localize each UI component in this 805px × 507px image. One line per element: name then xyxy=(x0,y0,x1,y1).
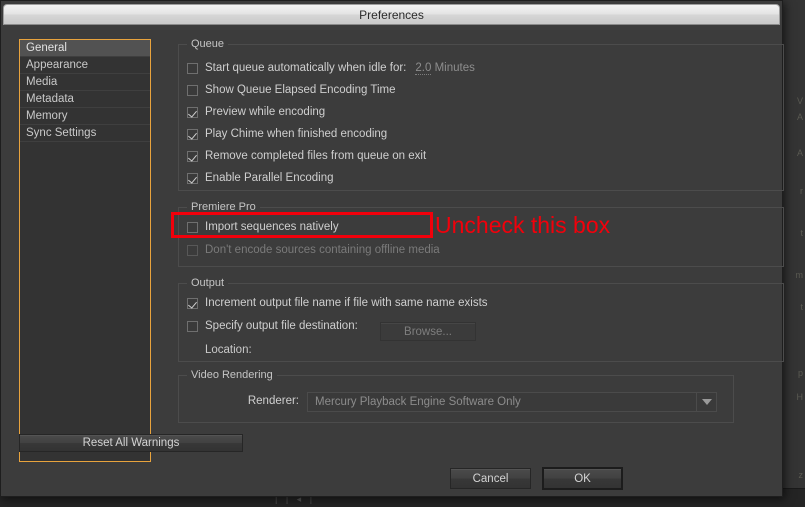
checkbox-row-dont-encode-offline-media: Don't encode sources containing offline … xyxy=(187,244,440,256)
premiere-pro-group-legend: Premiere Pro xyxy=(187,201,260,213)
video-rendering-group: Video Rendering Renderer: Mercury Playba… xyxy=(178,369,734,423)
sidebar-item-general[interactable]: General xyxy=(20,40,150,57)
dialog-titlebar: Preferences xyxy=(3,4,780,25)
checkbox-row-start-queue-automatically[interactable]: Start queue automatically when idle for:… xyxy=(187,62,475,75)
sidebar-item-label: Memory xyxy=(26,110,68,122)
checkbox-enable-parallel-encoding[interactable] xyxy=(187,172,198,184)
idle-duration-field[interactable]: 2.0 Minutes xyxy=(415,62,475,75)
queue-group: Queue Start queue automatically when idl… xyxy=(178,38,784,191)
checkbox-label: Play Chime when finished encoding xyxy=(205,128,388,140)
dialog-title: Preferences xyxy=(359,7,424,22)
checkbox-label: Don't encode sources containing offline … xyxy=(205,244,440,256)
renderer-label: Renderer: xyxy=(247,395,299,407)
idle-duration-units: Minutes xyxy=(434,62,475,74)
browse-button[interactable]: Browse... xyxy=(380,322,476,341)
checkbox-label: Import sequences natively xyxy=(205,221,339,233)
output-group: Output Increment output file name if fil… xyxy=(178,277,784,362)
checkbox-row-remove-completed-files[interactable]: Remove completed files from queue on exi… xyxy=(187,150,426,162)
checkbox-row-show-queue-elapsed-encoding-time[interactable]: Show Queue Elapsed Encoding Time xyxy=(187,84,396,96)
chevron-down-icon[interactable] xyxy=(696,393,716,411)
sidebar-item-media[interactable]: Media xyxy=(20,74,150,91)
output-location-row: Location: xyxy=(205,344,258,356)
checkbox-import-sequences-natively[interactable] xyxy=(187,221,198,233)
checkbox-specify-output-file-destination[interactable] xyxy=(187,320,198,332)
background-ghost-text: t xyxy=(800,228,803,238)
background-ghost-text: H xyxy=(796,392,804,402)
idle-duration-value: 2.0 xyxy=(415,62,432,75)
annotation-text: Uncheck this box xyxy=(435,212,611,238)
sidebar-item-label: Sync Settings xyxy=(26,127,97,139)
output-group-legend: Output xyxy=(187,277,229,289)
queue-group-legend: Queue xyxy=(187,38,229,50)
sidebar-item-label: General xyxy=(26,42,67,54)
sidebar-item-label: Metadata xyxy=(26,93,74,105)
sidebar-item-memory[interactable]: Memory xyxy=(20,108,150,125)
background-ghost-text: A xyxy=(796,148,803,158)
background-ghost-text: V xyxy=(796,96,803,106)
background-ghost-text: A xyxy=(796,112,803,122)
checkbox-row-specify-output-file-destination[interactable]: Specify output file destination: Browse.… xyxy=(187,320,476,341)
dialog-body: General Appearance Media Metadata Memory… xyxy=(1,27,784,496)
sidebar-item-appearance[interactable]: Appearance xyxy=(20,57,150,74)
checkbox-show-queue-elapsed-encoding-time[interactable] xyxy=(187,84,198,96)
cancel-button[interactable]: Cancel xyxy=(450,468,531,489)
checkbox-label: Start queue automatically when idle for: xyxy=(205,62,407,74)
checkbox-label: Increment output file name if file with … xyxy=(205,297,488,309)
checkbox-label: Specify output file destination: xyxy=(205,320,358,332)
checkbox-label: Show Queue Elapsed Encoding Time xyxy=(205,84,396,96)
checkbox-row-preview-while-encoding[interactable]: Preview while encoding xyxy=(187,106,325,118)
background-ghost-text: r xyxy=(800,186,803,196)
sidebar-item-label: Media xyxy=(26,76,58,88)
checkbox-row-enable-parallel-encoding[interactable]: Enable Parallel Encoding xyxy=(187,172,334,184)
sidebar-item-sync-settings[interactable]: Sync Settings xyxy=(20,125,150,142)
preferences-dialog: Preferences General Appearance Media Met… xyxy=(0,0,784,497)
background-right-panel: V A A r t m t p H z xyxy=(782,0,805,507)
checkbox-start-queue-automatically[interactable] xyxy=(187,62,198,74)
preferences-category-list[interactable]: General Appearance Media Metadata Memory… xyxy=(19,39,151,462)
reset-all-warnings-button[interactable]: Reset All Warnings xyxy=(19,434,243,452)
output-location-label: Location: xyxy=(205,344,252,356)
background-ghost-text: m xyxy=(795,270,804,280)
background-ghost-text: z xyxy=(798,470,804,480)
checkbox-row-play-chime-when-finished-encoding[interactable]: Play Chime when finished encoding xyxy=(187,128,387,140)
video-rendering-group-legend: Video Rendering xyxy=(187,369,277,381)
checkbox-play-chime-when-finished-encoding[interactable] xyxy=(187,128,198,140)
background-ghost-text: p xyxy=(797,368,803,378)
checkbox-dont-encode-sources-containing-offline-media xyxy=(187,244,198,256)
checkbox-increment-output-file-name[interactable] xyxy=(187,297,198,309)
checkbox-preview-while-encoding[interactable] xyxy=(187,106,198,118)
checkbox-row-increment-output-file-name[interactable]: Increment output file name if file with … xyxy=(187,297,488,309)
ok-button[interactable]: OK xyxy=(542,467,623,490)
background-ghost-text: t xyxy=(800,302,803,312)
renderer-select[interactable]: Mercury Playback Engine Software Only xyxy=(307,392,717,412)
sidebar-item-label: Appearance xyxy=(26,59,89,71)
checkbox-remove-completed-files-from-queue-on-exit[interactable] xyxy=(187,150,198,162)
checkbox-row-import-sequences-natively[interactable]: Import sequences natively xyxy=(187,221,339,233)
renderer-select-value: Mercury Playback Engine Software Only xyxy=(315,396,521,408)
checkbox-label: Remove completed files from queue on exi… xyxy=(205,150,427,162)
sidebar-item-metadata[interactable]: Metadata xyxy=(20,91,150,108)
checkbox-label: Enable Parallel Encoding xyxy=(205,172,334,184)
checkbox-label: Preview while encoding xyxy=(205,106,326,118)
